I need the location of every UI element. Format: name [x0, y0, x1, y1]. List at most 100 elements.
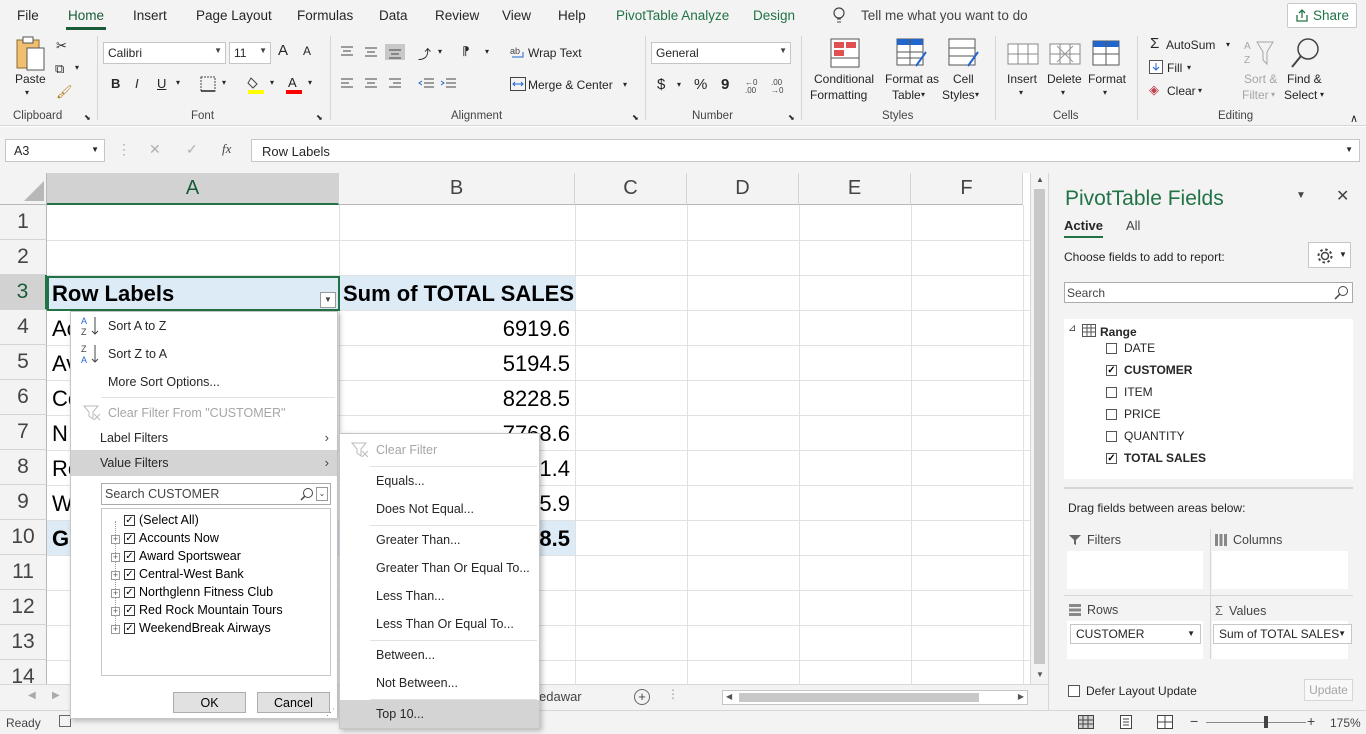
column-header-b[interactable]: B — [339, 173, 575, 205]
customer-checkbox[interactable]: ✓ Central-West Bank — [124, 567, 244, 581]
number-format-combo[interactable]: General ▼ — [651, 42, 791, 64]
find-select-dropdown-icon[interactable]: ▾ — [1320, 90, 1324, 99]
column-header-f[interactable]: F — [911, 173, 1023, 205]
tab-file[interactable]: File — [17, 8, 39, 23]
underline-button[interactable]: U — [157, 76, 166, 91]
font-size-combo[interactable]: 11 ▼ — [229, 42, 271, 64]
shrink-font-button[interactable]: A — [303, 44, 311, 58]
column-header-c[interactable]: C — [575, 173, 687, 205]
find-select-label2[interactable]: Select — [1284, 88, 1317, 102]
tab-help[interactable]: Help — [558, 8, 586, 23]
less-than-or-equal-item[interactable]: Less Than Or Equal To... — [340, 610, 539, 638]
row-header-8[interactable]: 8 — [0, 450, 47, 485]
field-search-input[interactable]: Search — [1064, 282, 1353, 303]
font-color-dropdown-icon[interactable]: ▾ — [308, 78, 312, 87]
cut-icon[interactable]: ✂ — [56, 38, 67, 54]
customer-checkbox[interactable]: ✓ Award Sportswear — [124, 549, 241, 563]
text-direction-dropdown-icon[interactable]: ▾ — [485, 47, 489, 56]
cancel-button[interactable]: Cancel — [257, 692, 330, 713]
column-header-e[interactable]: E — [799, 173, 911, 205]
conditional-formatting-icon[interactable] — [830, 38, 860, 68]
collapse-tree-icon[interactable]: ⊿ — [1068, 323, 1076, 334]
grow-font-button[interactable]: A — [278, 42, 288, 59]
defer-layout-checkbox[interactable]: Defer Layout Update — [1068, 684, 1197, 698]
sort-z-to-a-item[interactable]: ZA Sort Z to A — [71, 341, 337, 367]
delete-cells-dropdown-icon[interactable]: ▾ — [1061, 88, 1065, 97]
next-sheet-icon[interactable]: ▶ — [52, 690, 60, 701]
not-between-item[interactable]: Not Between... — [340, 669, 539, 697]
filters-drop-area[interactable] — [1067, 551, 1203, 589]
customer-checkbox[interactable]: ✓ Accounts Now — [124, 531, 219, 545]
find-select-label1[interactable]: Find & — [1287, 72, 1322, 86]
number-launcher-icon[interactable]: ⬊ — [788, 113, 795, 122]
row-header-3[interactable]: 3 — [0, 275, 47, 310]
value-cell[interactable]: 1.4 — [539, 456, 570, 482]
select-all-corner[interactable] — [0, 173, 47, 205]
chevron-down-icon[interactable]: ▼ — [1187, 629, 1195, 638]
field-price[interactable]: PRICE — [1106, 407, 1161, 421]
tab-page-layout[interactable]: Page Layout — [196, 8, 272, 23]
insert-cells-button[interactable]: Insert — [1007, 72, 1037, 86]
expand-icon[interactable]: + — [111, 553, 120, 562]
field-item[interactable]: ITEM — [1106, 385, 1153, 399]
conditional-formatting-label1[interactable]: Conditional — [814, 72, 874, 86]
expand-formula-icon[interactable]: ▼ — [1345, 145, 1353, 154]
filter-item-list[interactable]: ✓ (Select All) + ✓ Accounts Now + ✓ Awar… — [101, 508, 331, 676]
customer-checkbox[interactable]: ✓ Red Rock Mountain Tours — [124, 603, 283, 617]
zoom-slider[interactable] — [1206, 722, 1306, 723]
italic-button[interactable]: I — [135, 76, 139, 91]
format-as-table-icon[interactable] — [896, 38, 928, 68]
format-as-table-dropdown-icon[interactable]: ▾ — [921, 90, 925, 99]
zoom-level[interactable]: 175% — [1330, 716, 1361, 730]
tab-design[interactable]: Design — [753, 8, 795, 23]
copy-icon[interactable]: ⧉ — [55, 61, 64, 77]
filter-search-input[interactable]: Search CUSTOMER ⌄ — [101, 483, 331, 505]
cancel-entry-icon[interactable]: ✕ — [149, 141, 161, 158]
cell-styles-label2[interactable]: Styles — [942, 88, 975, 102]
tab-home[interactable]: Home — [65, 8, 107, 30]
zoom-out-icon[interactable]: − — [1190, 713, 1198, 729]
decimal-adjust-icons[interactable]: ←0.00.00→0 — [745, 76, 793, 94]
conditional-formatting-label2[interactable]: Formatting — [810, 88, 867, 102]
tell-me-search[interactable]: Tell me what you want to do — [861, 8, 1028, 23]
tab-review[interactable]: Review — [435, 8, 479, 23]
between-item[interactable]: Between... — [340, 641, 539, 669]
tab-insert[interactable]: Insert — [133, 8, 167, 23]
merge-center-icon[interactable] — [510, 77, 526, 91]
row-header-14[interactable]: 14 — [0, 660, 47, 684]
format-cells-icon[interactable] — [1092, 38, 1122, 68]
chevron-down-icon[interactable]: ▼ — [1338, 629, 1346, 638]
tab-view[interactable]: View — [502, 8, 531, 23]
does-not-equal-item[interactable]: Does Not Equal... — [340, 495, 539, 523]
vertical-scrollbar[interactable]: ▲ ▼ — [1030, 173, 1048, 684]
row-header-11[interactable]: 11 — [0, 555, 47, 590]
insert-cells-icon[interactable] — [1007, 38, 1039, 68]
top-10-item[interactable]: Top 10... — [340, 700, 539, 728]
vertical-align-icons[interactable] — [339, 44, 409, 60]
clipboard-launcher-icon[interactable]: ⬊ — [84, 113, 91, 122]
font-color-icon[interactable]: A — [285, 74, 303, 94]
eraser-icon[interactable]: ◈ — [1149, 82, 1159, 98]
underline-dropdown-icon[interactable]: ▾ — [176, 78, 180, 87]
wrap-text-icon[interactable]: ab — [510, 44, 526, 60]
clear-button[interactable]: Clear — [1167, 84, 1196, 98]
value-cell[interactable]: 5.9 — [539, 491, 570, 517]
cell-styles-dropdown-icon[interactable]: ▾ — [975, 90, 979, 99]
merge-center-button[interactable]: Merge & Center — [528, 78, 613, 92]
formula-input[interactable]: Row Labels ▼ — [251, 139, 1360, 162]
row-header-9[interactable]: 9 — [0, 485, 47, 520]
rows-field-pill[interactable]: CUSTOMER ▼ — [1070, 624, 1201, 644]
clear-filter-item[interactable]: Clear Filter From "CUSTOMER" — [71, 400, 337, 426]
field-list[interactable]: ⊿ Range DATE ✓ CUSTOMER ITEM PRICE QUANTI… — [1064, 319, 1353, 479]
scroll-up-icon[interactable]: ▲ — [1036, 175, 1044, 184]
row-header-1[interactable]: 1 — [0, 205, 47, 240]
bold-button[interactable]: B — [111, 76, 120, 91]
customer-checkbox[interactable]: ✓ Northglenn Fitness Club — [124, 585, 273, 599]
field-quantity[interactable]: QUANTITY — [1106, 429, 1185, 443]
format-cells-button[interactable]: Format — [1088, 72, 1126, 86]
tab-split-handle-icon[interactable]: ⋮ — [667, 687, 679, 701]
field-total-sales[interactable]: ✓ TOTAL SALES — [1106, 451, 1206, 465]
copy-dropdown-icon[interactable]: ▾ — [75, 63, 79, 72]
expand-icon[interactable]: + — [111, 571, 120, 580]
format-as-table-label1[interactable]: Format as — [885, 72, 939, 86]
